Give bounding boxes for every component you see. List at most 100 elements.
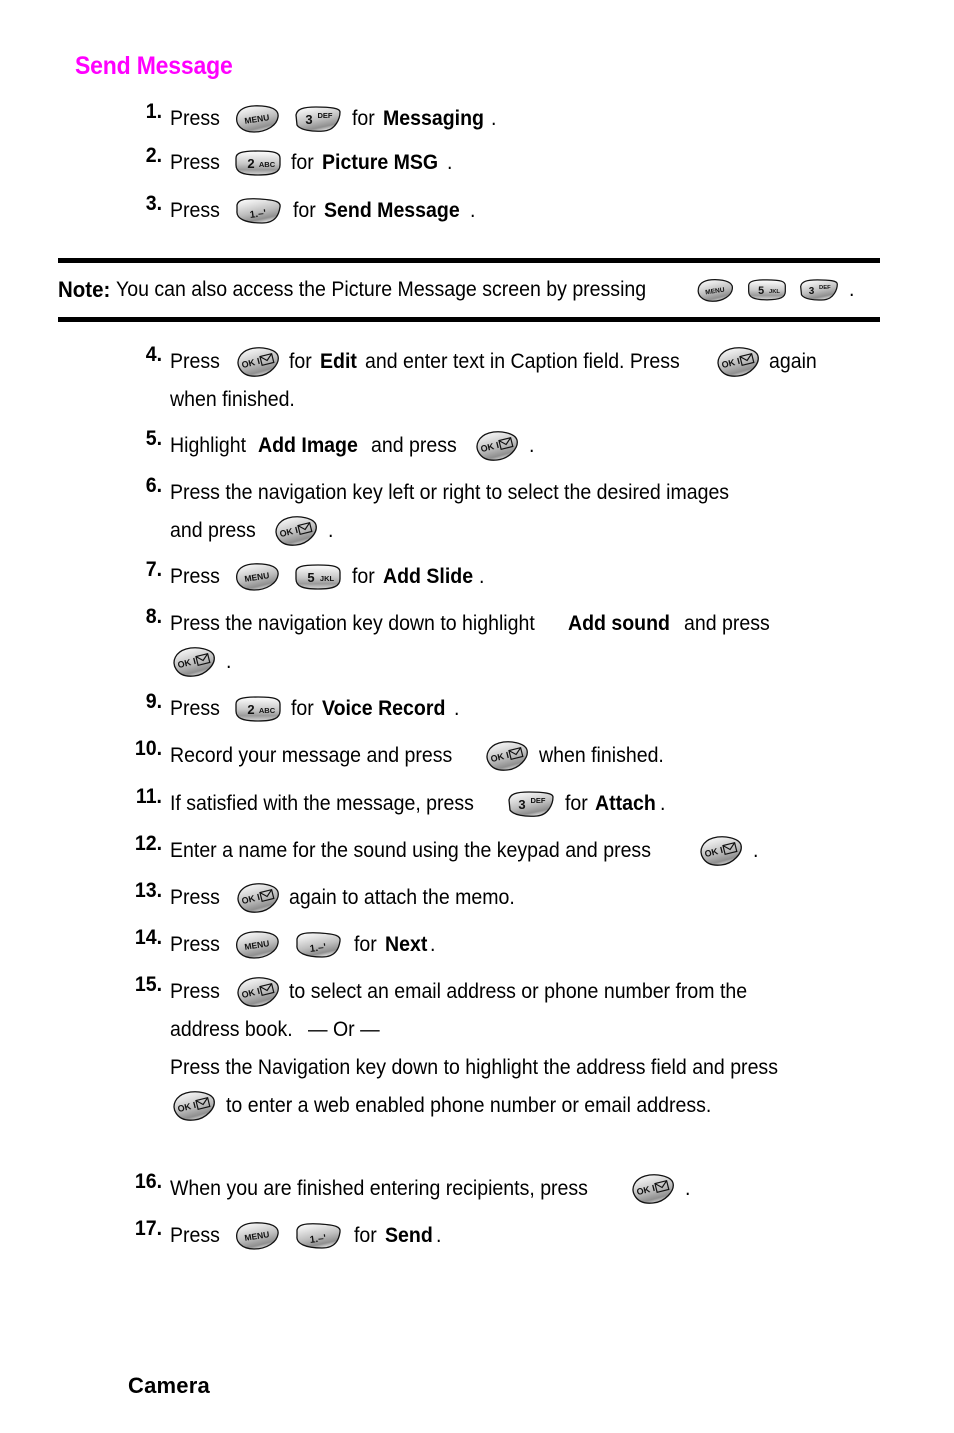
step-text-tail: . bbox=[528, 434, 535, 457]
ok-message-key-icon[interactable]: OK I bbox=[483, 741, 529, 772]
step-text-bold: Add Image bbox=[257, 434, 358, 457]
step-text-press: Press bbox=[170, 980, 220, 1003]
ok-message-key-icon[interactable]: OK I bbox=[234, 883, 280, 914]
step-text-for: for bbox=[291, 697, 315, 720]
note-content: Note: You can also access the Picture Me… bbox=[58, 263, 880, 317]
svg-text:JKL: JKL bbox=[769, 289, 780, 295]
step-number: 4. bbox=[145, 343, 162, 366]
step-item-11: 11. If satisfied with the message, press… bbox=[128, 785, 888, 823]
menu-key-icon[interactable]: MENU bbox=[234, 105, 280, 134]
step-text: Press the navigation key down to highlig… bbox=[170, 605, 888, 681]
step-item-9: 9. Press 2 ABC for Voice Record. bbox=[128, 690, 888, 728]
key-1-icon[interactable]: 1.–' bbox=[294, 931, 344, 959]
svg-text:2: 2 bbox=[247, 156, 254, 171]
step-text-press: Press bbox=[170, 1224, 220, 1247]
key-3-def-icon[interactable]: 3 DEF bbox=[294, 106, 342, 133]
step-item-10: 10. Record your message and press OK I w… bbox=[128, 737, 888, 775]
key-1-icon[interactable]: 1.–' bbox=[234, 197, 284, 225]
ok-message-key-icon[interactable]: OK I bbox=[234, 347, 280, 378]
step-text-line2: address book. bbox=[170, 1018, 293, 1041]
ok-message-key-icon[interactable]: OK I bbox=[234, 977, 280, 1008]
step-text-period: . bbox=[435, 1224, 442, 1247]
key-3-def-icon[interactable]: 3 DEF bbox=[507, 791, 555, 818]
note-rule-bottom bbox=[58, 317, 880, 322]
step-text-period: . bbox=[660, 792, 666, 815]
step-number: 14. bbox=[134, 926, 162, 949]
step-text-bold: Send Message bbox=[323, 199, 460, 222]
step-text: Press 2 ABC for Voice Record. bbox=[170, 690, 888, 728]
step-text-period: . bbox=[430, 933, 436, 956]
menu-key-icon[interactable]: MENU bbox=[234, 1222, 280, 1251]
step-number: 1. bbox=[145, 100, 162, 123]
step-text-pre: Highlight bbox=[170, 434, 246, 457]
step-number: 8. bbox=[145, 605, 162, 628]
step-text: When you are finished entering recipient… bbox=[170, 1170, 888, 1208]
step-text: Press MENU 1.–' for Send. bbox=[170, 1217, 888, 1255]
step-text: Press OK I for Edit and enter text in Ca… bbox=[170, 343, 888, 419]
step-text-press: Press bbox=[170, 199, 220, 222]
step-text-post: and enter text in Caption field. Press bbox=[365, 350, 681, 373]
step-text-pre: Record your message and press bbox=[170, 744, 453, 767]
svg-text:1.–': 1.–' bbox=[310, 943, 328, 956]
key-5-jkl-icon[interactable]: 5 JKL bbox=[294, 564, 342, 591]
key-1-icon[interactable]: 1.–' bbox=[294, 1222, 344, 1250]
step-text-period: . bbox=[469, 199, 476, 222]
step-text-for: for bbox=[354, 1224, 378, 1247]
svg-text:ABC: ABC bbox=[258, 706, 275, 715]
step-text-pre: Enter a name for the sound using the key… bbox=[170, 839, 651, 862]
step-number: 2. bbox=[145, 144, 162, 167]
step-item-14: 14. Press MENU 1.–' for Next . bbox=[128, 926, 888, 964]
step-item-17: 17. Press MENU 1.–' for Send . bbox=[128, 1217, 888, 1255]
svg-text:DEF: DEF bbox=[819, 285, 831, 291]
svg-text:ABC: ABC bbox=[258, 160, 275, 169]
ok-message-key-icon[interactable]: OK I bbox=[629, 1174, 675, 1205]
key-2-abc-icon[interactable]: 2 ABC bbox=[234, 150, 282, 177]
step-item-6: 6. Press the navigation key left or righ… bbox=[128, 474, 888, 550]
step-text: If satisfied with the message, press 3 D… bbox=[170, 785, 888, 823]
ok-message-key-icon[interactable]: OK I bbox=[272, 516, 318, 547]
key-5-jkl-icon[interactable]: 5 JKL bbox=[747, 279, 787, 301]
step-number: 6. bbox=[145, 474, 162, 497]
ok-message-key-icon[interactable]: OK I bbox=[170, 1091, 216, 1122]
note-body-text: You can also access the Picture Message … bbox=[116, 278, 647, 301]
key-2-abc-icon[interactable]: 2 ABC bbox=[234, 696, 282, 723]
step-item-13: 13. Press OK I again to attach the memo. bbox=[128, 879, 888, 917]
ok-message-key-icon[interactable]: OK I bbox=[170, 647, 216, 678]
step-item-4: 4. Press OK I for Edit and enter text in… bbox=[128, 343, 888, 419]
menu-key-icon[interactable]: MENU bbox=[234, 931, 280, 960]
svg-text:3: 3 bbox=[518, 797, 525, 812]
step-text-for: for bbox=[293, 199, 317, 222]
step-text-press: Press bbox=[170, 151, 220, 174]
step-text-bold: Send bbox=[384, 1224, 433, 1247]
step-text: Record your message and press OK I when … bbox=[170, 737, 888, 775]
step-text-line4: Press the Navigation key down to highlig… bbox=[170, 1056, 778, 1079]
step-text-period: . bbox=[446, 151, 453, 174]
ok-message-key-icon[interactable]: OK I bbox=[714, 347, 760, 378]
svg-text:2: 2 bbox=[247, 702, 254, 717]
ok-message-key-icon[interactable]: OK I bbox=[473, 431, 519, 462]
step-text-post: and press bbox=[370, 434, 457, 457]
step-text-pre: When you are finished entering recipient… bbox=[170, 1177, 588, 1200]
step-item-15: 15. Press OK I to select an email addres… bbox=[128, 973, 888, 1125]
menu-key-icon[interactable]: MENU bbox=[696, 278, 734, 302]
step-text-line5-post: to enter a web enabled phone number or e… bbox=[225, 1094, 712, 1117]
step-number: 17. bbox=[134, 1217, 162, 1240]
step-text-press: Press bbox=[170, 697, 220, 720]
step-number: 15. bbox=[134, 973, 162, 996]
step-text-post: again to attach the memo. bbox=[289, 886, 516, 909]
step-item-8: 8. Press the navigation key down to high… bbox=[128, 605, 888, 681]
step-text-tail: again bbox=[769, 350, 818, 373]
menu-key-icon[interactable]: MENU bbox=[234, 563, 280, 592]
step-text-press: Press bbox=[170, 350, 220, 373]
step-item-12: 12. Enter a name for the sound using the… bbox=[128, 832, 888, 870]
key-3-def-icon[interactable]: 3 DEF bbox=[799, 279, 839, 301]
step-text-press: Press bbox=[170, 565, 220, 588]
step-text-for: for bbox=[354, 933, 378, 956]
step-text-line1-post: to select an email address or phone numb… bbox=[289, 980, 748, 1003]
step-text-for: for bbox=[352, 565, 376, 588]
ok-message-key-icon[interactable]: OK I bbox=[697, 836, 743, 867]
step-number: 3. bbox=[145, 192, 162, 215]
step-text: Highlight Add Image and press OK I . bbox=[170, 427, 888, 465]
step-number: 16. bbox=[134, 1170, 162, 1193]
step-text-bold: Edit bbox=[319, 350, 357, 373]
